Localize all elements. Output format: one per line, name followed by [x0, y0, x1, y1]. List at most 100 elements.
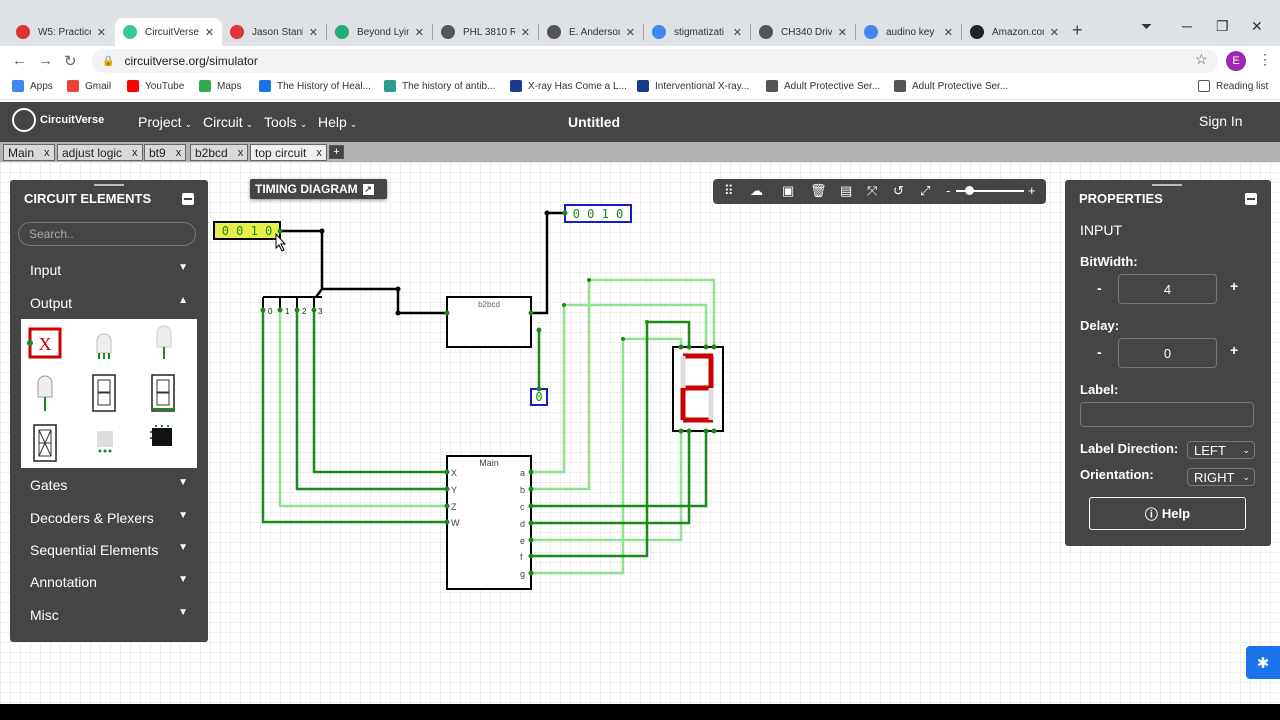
image-icon[interactable]: ▤ [840, 183, 852, 199]
rgb-led-icon[interactable] [96, 333, 112, 359]
bitwidth-input[interactable]: 4 [1118, 274, 1217, 304]
wire-g [531, 337, 683, 575]
minimize-panel-icon[interactable] [182, 193, 194, 205]
circuit-elements-title: CIRCUIT ELEMENTS [24, 191, 152, 206]
main-output-b: b [520, 485, 525, 495]
seven-segment-icon[interactable] [92, 374, 116, 412]
main-input-y: Y [451, 485, 457, 495]
label-label: Label: [1080, 382, 1119, 397]
output-element-icons: X [27, 325, 175, 462]
orientation-select[interactable]: RIGHT ⌄ [1187, 468, 1255, 486]
delay-decrement[interactable]: - [1097, 344, 1102, 360]
wire-f [531, 320, 691, 558]
category-input[interactable]: Input ▼ [20, 262, 198, 278]
category-label: Output [30, 295, 73, 311]
input-element-value: 0 0 1 0 [222, 224, 273, 238]
bitwidth-increment[interactable]: + [1230, 278, 1238, 294]
save-icon[interactable]: ▣ [782, 183, 794, 199]
led-icon[interactable] [156, 325, 172, 359]
cloud-upload-icon[interactable]: ☁ [750, 183, 763, 199]
main-subcircuit-label: Main [479, 458, 499, 468]
delay-input[interactable]: 0 [1118, 338, 1217, 368]
category-gates[interactable]: Gates ▼ [20, 477, 198, 493]
info-icon: ⓘ [1144, 507, 1158, 522]
main-output-g: g [520, 569, 525, 579]
delay-label: Delay: [1080, 318, 1120, 333]
wire-bit3-to-x [312, 310, 447, 474]
main-input-x: X [451, 468, 457, 478]
chevron-down-icon: ▼ [178, 262, 188, 273]
wire-bit1-to-z [278, 310, 447, 508]
delete-icon[interactable]: 🗑 [810, 183, 827, 199]
wire-bit2-to-y [295, 310, 447, 491]
wire-input-to-splitter [280, 229, 324, 298]
category-label: Annotation [30, 574, 97, 590]
fullscreen-icon[interactable]: ⤢ [920, 183, 930, 199]
svg-text:X: X [39, 334, 52, 354]
orientation-value: RIGHT [1194, 469, 1235, 485]
wire-d [531, 431, 691, 525]
main-output-d: d [520, 519, 525, 529]
panel-drag-handle[interactable] [94, 184, 124, 186]
matrix-display-icon[interactable] [150, 425, 172, 446]
timing-diagram-button[interactable]: TIMING DIAGRAM ↗ [250, 179, 387, 199]
label-direction-value: LEFT [1194, 442, 1226, 458]
element-search-input[interactable]: Search.. [18, 222, 196, 246]
minimize-properties-icon[interactable] [1245, 193, 1257, 205]
chevron-down-icon: ▼ [178, 477, 188, 488]
properties-drag-handle[interactable] [1152, 184, 1182, 186]
zoom-in-icon[interactable]: + [1028, 183, 1036, 198]
category-misc[interactable]: Misc ▼ [20, 607, 198, 623]
expand-icon: ↗ [362, 183, 374, 195]
hex-display-icon[interactable] [151, 374, 175, 412]
square-rgb-led-icon[interactable] [97, 431, 113, 453]
timing-diagram-label: TIMING DIAGRAM [255, 182, 358, 196]
b2bcd-label: b2bcd [478, 300, 500, 309]
label-direction-select[interactable]: LEFT ⌄ [1187, 441, 1255, 459]
category-label: Decoders & Plexers [30, 510, 154, 526]
help-label: Help [1161, 506, 1191, 521]
splitter-label-0: 0 [268, 307, 273, 316]
zoom-out-icon[interactable]: - [946, 183, 950, 198]
category-output[interactable]: Output ▲ [20, 295, 198, 311]
digital-led-icon[interactable] [37, 375, 53, 411]
label-input[interactable] [1080, 402, 1254, 427]
splitter-label-1: 1 [285, 307, 290, 316]
fit-screen-icon[interactable]: ⤧ [867, 183, 877, 199]
bug-report-icon[interactable]: ✱ [1246, 646, 1280, 679]
category-label: Input [30, 262, 62, 278]
wire-splitter-to-b2bcd [322, 287, 447, 315]
main-output-e: e [520, 536, 525, 546]
main-output-c: c [520, 502, 525, 512]
main-input-w: W [451, 518, 460, 528]
single-bit-output-value: 0 [535, 390, 542, 404]
subcircuit-main [446, 455, 532, 590]
bitwidth-decrement[interactable]: - [1097, 280, 1102, 296]
splitter-label-3: 3 [318, 307, 323, 316]
element-type: INPUT [1080, 222, 1122, 238]
chevron-down-icon: ▼ [178, 607, 188, 618]
chevron-down-icon: ⌄ [1242, 471, 1250, 482]
category-annotation[interactable]: Annotation ▼ [20, 574, 198, 590]
main-output-a: a [520, 468, 525, 478]
help-button[interactable]: ⓘ Help [1089, 497, 1246, 530]
splitter-label-2: 2 [302, 307, 307, 316]
sixteen-segment-icon[interactable] [33, 424, 57, 462]
zoom-slider-thumb[interactable] [965, 186, 974, 195]
undo-icon[interactable]: ↺ [893, 183, 904, 199]
category-decoders-plexers[interactable]: Decoders & Plexers ▼ [20, 510, 198, 526]
chevron-down-icon: ▼ [178, 510, 188, 521]
category-label: Sequential Elements [30, 542, 159, 558]
chevron-down-icon: ▼ [178, 574, 188, 585]
drag-handle-icon[interactable]: ⠿ [724, 183, 734, 199]
chevron-up-icon: ▲ [178, 295, 188, 306]
category-label: Gates [30, 477, 68, 493]
category-sequential-elements[interactable]: Sequential Elements ▼ [20, 542, 198, 558]
category-label: Misc [30, 607, 59, 623]
output-element-icon[interactable]: X [27, 327, 62, 359]
label-direction-label: Label Direction: [1080, 441, 1179, 456]
delay-increment[interactable]: + [1230, 342, 1238, 358]
main-input-z: Z [451, 502, 457, 512]
orientation-label: Orientation: [1080, 467, 1154, 482]
chevron-down-icon: ⌄ [1242, 444, 1250, 455]
